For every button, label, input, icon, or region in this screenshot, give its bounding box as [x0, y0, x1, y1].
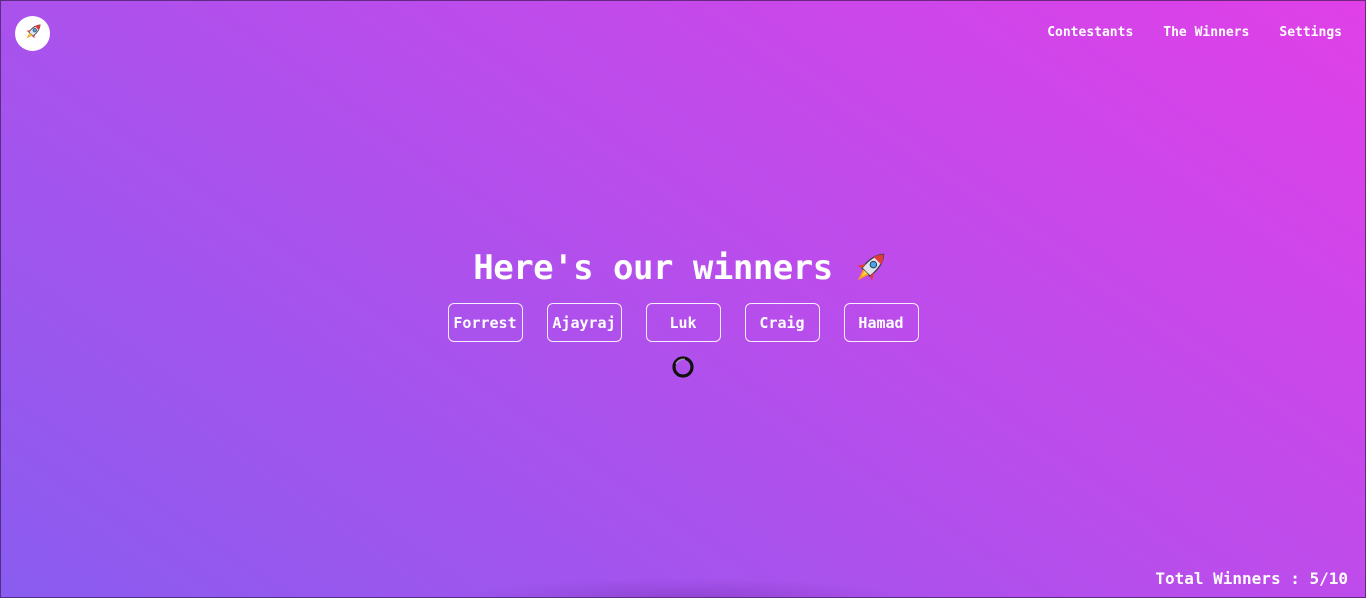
winner-chip: Hamad	[843, 303, 919, 342]
winners-list: Forrest Ajayraj Luk Craig Hamad	[447, 303, 919, 342]
rocket-icon	[21, 20, 45, 48]
total-winners-counter: Total Winners : 5/10	[1155, 569, 1348, 588]
nav-link-contestants[interactable]: Contestants	[1047, 25, 1133, 41]
spinner-icon	[671, 355, 695, 379]
winner-chip: Luk	[645, 303, 721, 342]
bottom-glow	[460, 578, 910, 598]
winner-chip: Forrest	[447, 303, 523, 342]
top-nav: Contestants The Winners Settings	[1047, 25, 1342, 41]
rocket-icon	[847, 245, 893, 291]
page-title: Here's our winners	[473, 248, 833, 288]
title-row: Here's our winners	[473, 244, 892, 292]
winner-chip: Craig	[744, 303, 820, 342]
winners-section: Here's our winners Forrest Ajayraj Luk C…	[0, 244, 1366, 379]
nav-link-settings[interactable]: Settings	[1279, 25, 1342, 41]
nav-link-the-winners[interactable]: The Winners	[1163, 25, 1249, 41]
winner-chip: Ajayraj	[546, 303, 622, 342]
logo[interactable]	[15, 16, 50, 51]
